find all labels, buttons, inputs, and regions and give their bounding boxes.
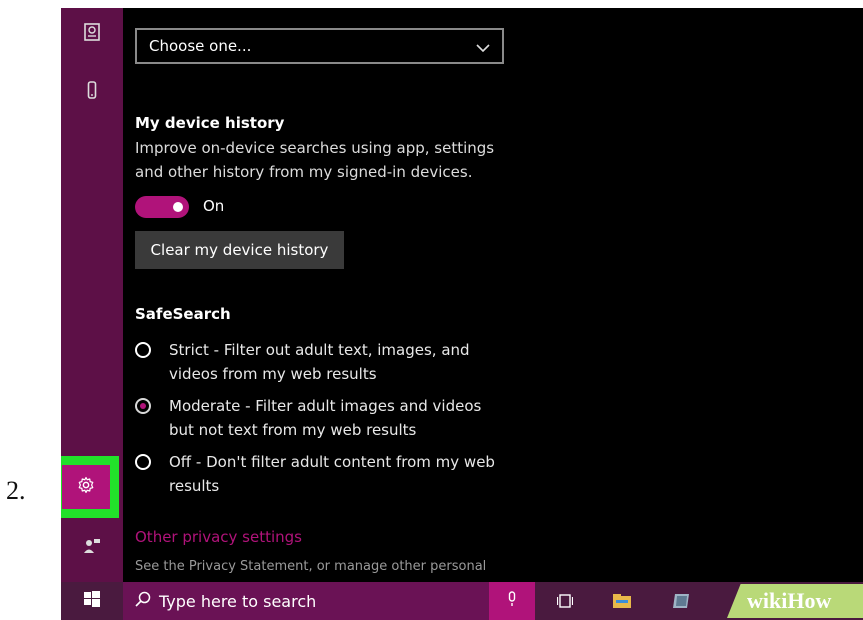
safesearch-title: SafeSearch — [135, 305, 231, 323]
feedback-icon[interactable] — [82, 536, 102, 556]
start-button[interactable] — [61, 582, 123, 620]
settings-button[interactable] — [62, 465, 110, 509]
option-line1: Moderate - Filter adult images and video… — [169, 397, 482, 415]
microphone-icon — [507, 591, 517, 611]
settings-highlight — [61, 456, 119, 518]
other-privacy-settings-link[interactable]: Other privacy settings — [135, 528, 302, 546]
windows-icon — [84, 591, 100, 611]
search-placeholder: Type here to search — [159, 591, 317, 611]
settings-panel: Choose one... My device history Improve … — [135, 8, 525, 582]
notebook-icon[interactable] — [82, 22, 102, 42]
radio-button[interactable] — [135, 342, 151, 358]
search-icon — [135, 591, 151, 611]
cortana-settings-window: Choose one... My device history Improve … — [61, 8, 863, 582]
option-line2: but not text from my web results — [169, 421, 417, 439]
toggle-state-label: On — [203, 197, 225, 215]
option-line1: Strict - Filter out adult text, images, … — [169, 341, 470, 359]
device-history-toggle[interactable] — [135, 196, 189, 218]
radio-button-selected[interactable] — [135, 398, 151, 414]
radio-button[interactable] — [135, 454, 151, 470]
option-line2: results — [169, 477, 220, 495]
device-history-title: My device history — [135, 114, 285, 132]
wikihow-watermark: wikiHow — [727, 584, 863, 618]
cortana-sidebar — [61, 8, 123, 582]
option-line2: videos from my web results — [169, 365, 377, 383]
language-dropdown[interactable]: Choose one... — [135, 28, 504, 64]
chevron-down-icon — [476, 37, 490, 56]
device-history-description-line2: and other history from my signed-in devi… — [135, 163, 473, 181]
microphone-button[interactable] — [489, 582, 535, 620]
taskbar: Type here to search wikiHow — [61, 582, 863, 620]
option-line1: Off - Don't filter adult content from my… — [169, 453, 495, 471]
task-view-icon[interactable] — [555, 591, 575, 611]
file-explorer-icon[interactable] — [612, 591, 632, 611]
taskbar-search-box[interactable]: Type here to search — [123, 582, 535, 620]
toggle-knob — [173, 202, 183, 212]
store-icon[interactable] — [671, 591, 691, 611]
clear-device-history-button[interactable]: Clear my device history — [135, 231, 344, 269]
device-icon[interactable] — [82, 80, 102, 100]
step-number: 2. — [6, 476, 26, 505]
privacy-description: See the Privacy Statement, or manage oth… — [135, 559, 487, 574]
radio-dot — [140, 403, 146, 409]
gear-icon — [77, 476, 95, 498]
device-history-description-line1: Improve on-device searches using app, se… — [135, 139, 495, 157]
dropdown-value: Choose one... — [149, 37, 252, 55]
